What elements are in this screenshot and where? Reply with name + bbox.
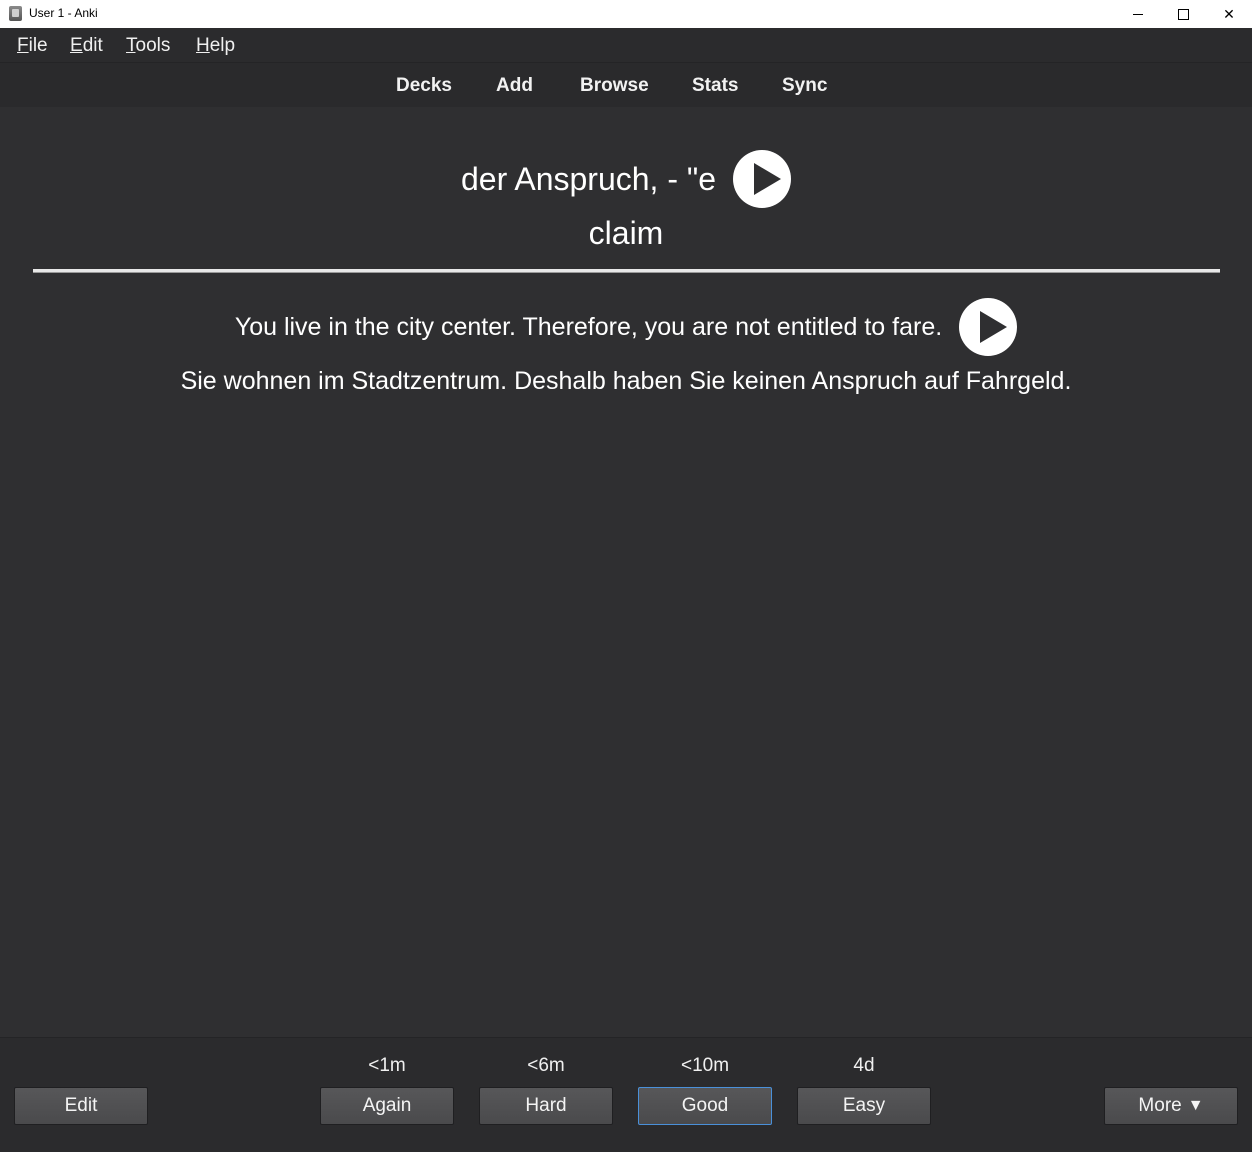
window-titlebar: User 1 - Anki ✕ xyxy=(0,0,1252,28)
play-icon[interactable] xyxy=(733,150,792,208)
menu-edit[interactable]: Edit xyxy=(70,35,103,57)
answer-bar: Edit <1m Again <6m Hard <10m Good 4d Eas… xyxy=(0,1037,1252,1152)
close-icon: ✕ xyxy=(1223,5,1235,22)
card-front-row: der Anspruch, - "e xyxy=(0,149,1252,209)
interval-good: <10m xyxy=(680,1055,730,1076)
card-front: der Anspruch, - "e xyxy=(460,160,717,197)
triangle-down-icon: ▼ xyxy=(1187,1097,1204,1114)
interval-hard: <6m xyxy=(527,1055,565,1076)
window-title: User 1 - Anki xyxy=(29,6,98,20)
example-english: You live in the city center. Therefore, … xyxy=(234,312,943,341)
toolbar-add[interactable]: Add xyxy=(496,75,533,97)
hard-button[interactable]: Hard xyxy=(479,1087,613,1125)
toolbar-stats[interactable]: Stats xyxy=(692,75,738,97)
menu-help[interactable]: Help xyxy=(196,35,235,57)
interval-again: <1m xyxy=(368,1055,406,1076)
minimize-icon xyxy=(1133,13,1143,15)
more-label: More xyxy=(1138,1095,1182,1116)
minimize-button[interactable] xyxy=(1115,0,1161,28)
answer-divider xyxy=(33,269,1220,273)
anki-icon xyxy=(9,6,22,21)
again-button[interactable]: Again xyxy=(320,1087,454,1125)
play-icon[interactable] xyxy=(959,298,1018,356)
maximize-button[interactable] xyxy=(1160,0,1206,28)
interval-easy: 4d xyxy=(853,1055,875,1076)
close-button[interactable]: ✕ xyxy=(1206,0,1252,28)
main-toolbar: Decks Add Browse Stats Sync xyxy=(0,62,1252,108)
maximize-icon xyxy=(1177,8,1189,20)
card-view: der Anspruch, - "e claim You live in the… xyxy=(0,107,1252,1037)
menubar: File Edit Tools Help xyxy=(0,28,1252,62)
menu-tools[interactable]: Tools xyxy=(126,35,170,57)
toolbar-decks[interactable]: Decks xyxy=(396,75,452,97)
more-button[interactable]: More ▼ xyxy=(1104,1087,1238,1125)
example-german: Sie wohnen im Stadtzentrum. Deshalb habe… xyxy=(180,367,1072,395)
toolbar-sync[interactable]: Sync xyxy=(782,75,827,97)
toolbar-browse[interactable]: Browse xyxy=(580,75,649,97)
menu-file[interactable]: File xyxy=(17,35,48,57)
edit-button[interactable]: Edit xyxy=(14,1087,148,1125)
good-button[interactable]: Good xyxy=(638,1087,772,1125)
example-row: You live in the city center. Therefore, … xyxy=(0,298,1252,356)
easy-button[interactable]: Easy xyxy=(797,1087,931,1125)
card-back: claim xyxy=(588,215,664,251)
